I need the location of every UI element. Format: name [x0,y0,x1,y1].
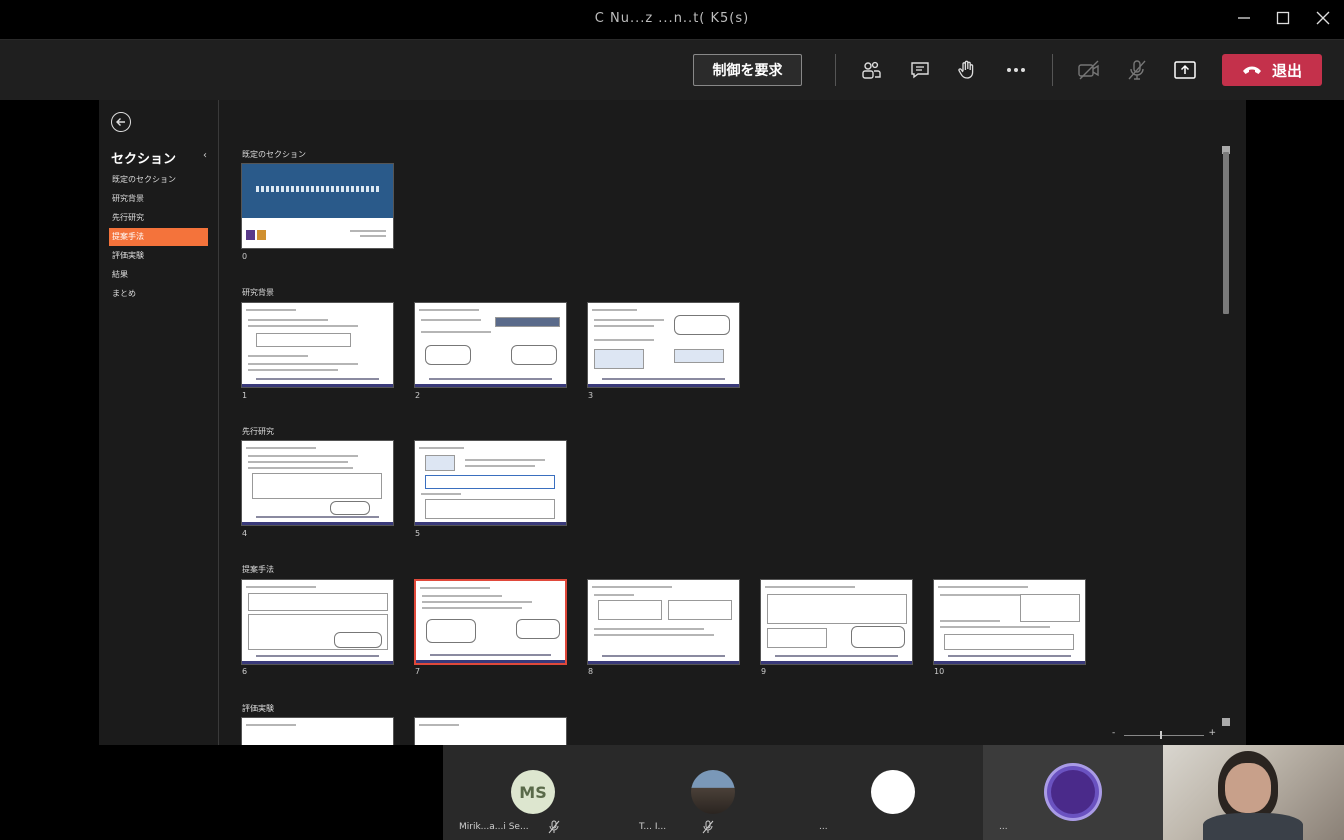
section-label: 提案手法 [242,565,274,574]
slide-thumbnail[interactable] [241,440,394,526]
participant-tile[interactable]: MS Mirik...a...i Se... [443,745,623,840]
slide-number: 4 [242,529,248,538]
scrollbar-thumb[interactable] [1223,152,1229,314]
maximize-icon [1276,11,1290,25]
slide-thumbnail[interactable] [414,440,567,526]
avatar [1051,770,1095,814]
participant-name: ... [819,822,828,832]
slide-number: 1 [242,391,248,400]
section-label: 評価実験 [242,704,274,713]
window-title: C Nu...z ...n..t( K5(s) [594,11,750,26]
request-control-button[interactable]: 制御を要求 [693,54,802,86]
slide-thumbnail[interactable] [241,579,394,665]
leave-button[interactable]: 退出 [1222,54,1322,86]
collapse-sidebar-icon[interactable]: ‹ [203,150,207,161]
title-bar: C Nu...z ...n..t( K5(s) [0,0,1344,40]
close-window-button[interactable] [1311,8,1335,32]
chat-button[interactable] [906,56,934,84]
slide-thumbnail-selected[interactable] [414,579,567,665]
leave-label: 退出 [1271,61,1302,80]
sidebar-item-default[interactable]: 既定のセクション [109,171,208,189]
sidebar-item-results[interactable]: 結果 [109,266,208,284]
avatar: MS [511,770,555,814]
participant-name: ... [999,822,1008,832]
raise-hand-icon [958,60,974,79]
scroll-down-button[interactable] [1222,718,1230,726]
slide-number: 6 [242,667,248,676]
participant-strip: MS Mirik...a...i Se... T... I... ... ... [443,745,1344,840]
section-label: 先行研究 [242,427,274,436]
slide-thumbnail[interactable] [414,717,567,745]
arrow-left-icon [116,118,125,126]
mic-off-icon [1128,60,1146,80]
participants-button[interactable] [857,56,885,84]
camera-toggle-button[interactable] [1075,56,1103,84]
share-screen-button[interactable] [1171,56,1199,84]
sidebar-item-background[interactable]: 研究背景 [109,190,208,208]
shared-presentation: セクション ‹ 既定のセクション 研究背景 先行研究 提案手法 評価実験 結果 … [99,100,1246,745]
zoom-slider-knob[interactable] [1160,731,1162,739]
participant-name: Mirik...a...i Se... [459,822,529,832]
toolbar-divider [1052,54,1053,86]
participant-tile[interactable]: ... [803,745,983,840]
sidebar-item-related-work[interactable]: 先行研究 [109,209,208,227]
zoom-in-icon[interactable]: + [1208,728,1216,738]
sections-heading: セクション [111,152,177,167]
slide-thumbnail[interactable] [241,163,394,249]
mic-off-icon [702,820,714,834]
slide-number: 9 [761,667,767,676]
section-label: 研究背景 [242,288,274,297]
raise-hand-button[interactable] [953,56,981,84]
slide-number: 2 [415,391,421,400]
maximize-button[interactable] [1271,8,1295,32]
meeting-toolbar: 制御を要求 退出 [0,40,1344,100]
slide-number: 5 [415,529,421,538]
zoom-out-icon[interactable]: - [1112,728,1115,738]
minimize-button[interactable] [1232,8,1256,32]
mic-toggle-button[interactable] [1123,56,1151,84]
slide-number: 8 [588,667,594,676]
toolbar-divider [835,54,836,86]
share-icon [1174,61,1196,79]
close-icon [1316,11,1330,25]
slide-thumbnail[interactable] [241,302,394,388]
sidebar-item-summary[interactable]: まとめ [109,285,208,303]
more-actions-button[interactable] [1002,56,1030,84]
video-shoulders [1203,813,1303,840]
section-label: 既定のセクション [242,150,306,159]
chat-icon [911,62,929,79]
camera-off-icon [1078,60,1099,80]
participants-icon [862,61,881,79]
avatar [871,770,915,814]
phone-icon [1242,66,1261,74]
slide-number: 7 [415,667,421,676]
slide-number: 0 [242,252,248,261]
sidebar-item-evaluation[interactable]: 評価実験 [109,247,208,265]
self-video-preview[interactable] [1163,745,1344,840]
slide-number: 10 [934,667,945,676]
slide-number: 3 [588,391,594,400]
participant-tile-speaking[interactable]: ... [983,745,1163,840]
avatar [691,770,735,814]
back-button[interactable] [111,112,131,132]
zoom-slider[interactable]: - + [1112,728,1216,740]
sidebar-item-proposed-method[interactable]: 提案手法 [109,228,208,246]
participant-name: T... I... [639,822,667,832]
minimize-icon [1238,17,1250,19]
slide-thumbnail[interactable] [760,579,913,665]
video-face [1225,763,1271,813]
slide-thumbnail[interactable] [587,302,740,388]
slide-thumbnail[interactable] [414,302,567,388]
mic-off-icon [548,820,560,834]
section-sidebar: セクション ‹ 既定のセクション 研究背景 先行研究 提案手法 評価実験 結果 … [99,100,219,745]
slide-sorter: 既定のセクション 0 研究背景 1 2 3 先行研究 4 5 提案手法 6 7 … [220,100,1234,745]
more-icon [1007,68,1025,72]
participant-tile[interactable]: T... I... [623,745,803,840]
slide-thumbnail[interactable] [241,717,394,745]
slide-thumbnail[interactable] [933,579,1086,665]
slide-thumbnail[interactable] [587,579,740,665]
